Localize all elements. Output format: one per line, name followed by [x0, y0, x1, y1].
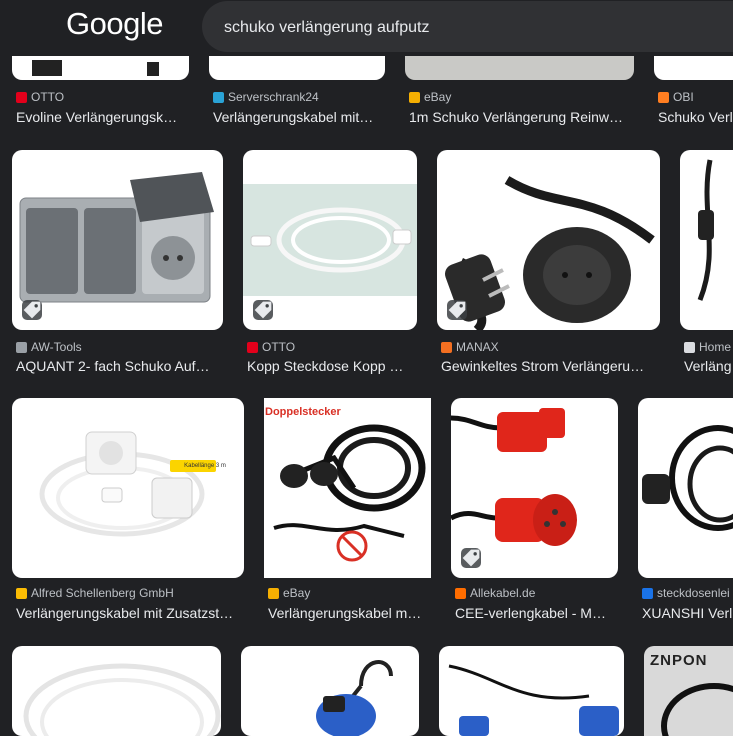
source-favicon: [16, 587, 27, 599]
znpon-logo-text: ZNPON: [650, 652, 708, 669]
result-thumbnail[interactable]: [437, 150, 660, 330]
source-favicon: [16, 91, 27, 103]
source-name: MANAX: [456, 340, 499, 354]
source-favicon: [441, 341, 452, 353]
source-name: steckdosenlei: [657, 586, 730, 600]
result-title[interactable]: Kopp Steckdose Kopp …: [247, 358, 417, 374]
source-favicon: [247, 341, 258, 353]
shopping-tag-icon: [447, 300, 467, 320]
source-favicon: [16, 341, 27, 353]
source-name: eBay: [283, 586, 311, 600]
search-box[interactable]: [202, 1, 733, 54]
result-title[interactable]: AQUANT 2- fach Schuko Auf…: [16, 358, 222, 374]
shopping-tag-icon: [22, 300, 42, 320]
result-thumbnail[interactable]: [264, 398, 431, 578]
google-logo[interactable]: Google: [66, 6, 163, 42]
source-favicon: [409, 91, 420, 103]
header: Google: [0, 0, 733, 56]
source-name: Serverschrank24: [228, 90, 319, 104]
source-name: Allekabel.de: [470, 586, 536, 600]
source-favicon: [268, 587, 279, 599]
result-title[interactable]: Schuko Verl: [658, 109, 733, 125]
source-favicon: [213, 91, 224, 103]
result-thumbnail[interactable]: [12, 398, 244, 578]
source-name: Alfred Schellenberg GmbH: [31, 586, 174, 600]
source-name: eBay: [424, 90, 452, 104]
source-name: OTTO: [31, 90, 65, 104]
result-thumbnail[interactable]: [638, 398, 733, 578]
result-title[interactable]: 1m Schuko Verlängerung Reinw…: [409, 109, 634, 125]
cable-length-label: Kabellänge 3 m: [184, 463, 226, 469]
source-name: OBI: [673, 90, 694, 104]
result-title[interactable]: Verlängerungskabel mit Zusatzst…: [16, 605, 242, 621]
source-favicon: [658, 91, 669, 103]
result-thumbnail[interactable]: [451, 398, 618, 578]
result-title[interactable]: CEE-verlengkabel - M…: [455, 605, 617, 621]
doppelstecker-label: Doppelstecker: [265, 406, 341, 418]
result-title[interactable]: Gewinkeltes Strom Verlängeru…: [441, 358, 659, 374]
result-thumbnail[interactable]: [680, 150, 733, 330]
shopping-tag-icon: [253, 300, 273, 320]
source-name: OTTO: [262, 340, 296, 354]
result-title[interactable]: Verlängerungskabel m…: [268, 605, 430, 621]
result-thumbnail[interactable]: [243, 150, 417, 330]
result-title[interactable]: XUANSHI Verl: [642, 605, 733, 621]
source-favicon: [684, 341, 695, 353]
search-input[interactable]: [222, 1, 726, 54]
image-results-grid: OTTO Evoline Verlängerungsk… Serverschra…: [0, 0, 733, 736]
result-title[interactable]: Verläng: [684, 358, 733, 374]
result-thumbnail[interactable]: [12, 150, 223, 330]
shopping-tag-icon: [461, 548, 481, 568]
source-favicon: [455, 587, 466, 599]
result-title[interactable]: Evoline Verlängerungsk…: [16, 109, 188, 125]
source-name: AW-Tools: [31, 340, 82, 354]
source-favicon: [642, 587, 653, 599]
result-title[interactable]: Verlängerungskabel mit…: [213, 109, 385, 125]
source-name: Home: [699, 340, 732, 354]
